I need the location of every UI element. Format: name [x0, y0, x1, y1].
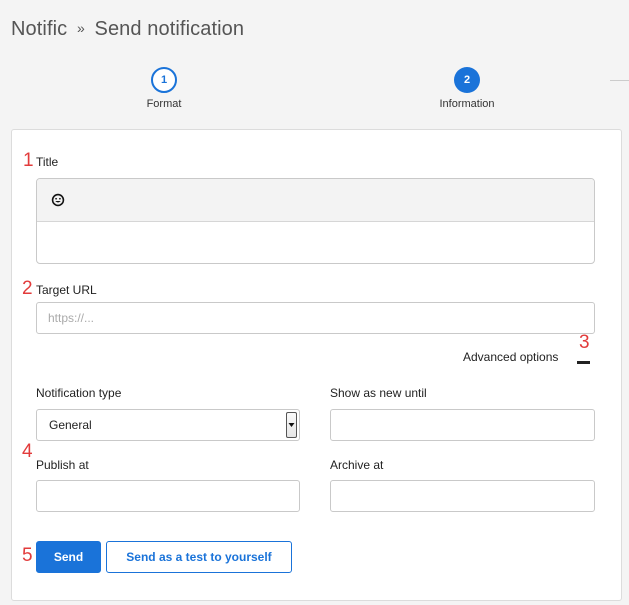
page-name: Send notification	[94, 18, 245, 40]
notification-type-label: Notification type	[36, 386, 122, 400]
annotation-marker-3: 3	[579, 332, 590, 353]
show-as-new-until-input[interactable]	[330, 409, 595, 441]
step-number: 2	[454, 67, 480, 93]
step-information[interactable]: 2 Information	[412, 67, 522, 110]
breadcrumb-separator: »	[76, 20, 85, 36]
archive-at-label: Archive at	[330, 458, 384, 472]
annotation-marker-4: 4	[22, 441, 33, 462]
title-label: Title	[36, 155, 59, 169]
dropdown-arrow-icon	[286, 412, 297, 438]
target-url-input[interactable]	[36, 302, 595, 334]
send-button[interactable]: Send	[36, 541, 101, 573]
app-name[interactable]: Notific	[11, 18, 67, 40]
step-format[interactable]: 1 Format	[109, 67, 219, 110]
title-editor	[36, 178, 595, 264]
archive-at-input[interactable]	[330, 480, 595, 512]
notification-type-value: General	[49, 418, 92, 432]
advanced-options-toggle-icon[interactable]	[577, 361, 590, 364]
show-as-new-until-label: Show as new until	[330, 386, 427, 400]
publish-at-label: Publish at	[36, 458, 89, 472]
advanced-options-link[interactable]: Advanced options	[463, 350, 558, 364]
title-text-area[interactable]	[37, 222, 594, 263]
smiley-emoji-icon[interactable]	[51, 193, 65, 207]
step-label: Information	[439, 98, 495, 110]
send-test-button[interactable]: Send as a test to yourself	[106, 541, 292, 573]
target-url-label: Target URL	[36, 283, 97, 297]
editor-toolbar	[37, 179, 594, 222]
annotation-marker-2: 2	[22, 278, 33, 299]
annotation-marker-1: 1	[23, 150, 34, 171]
notification-type-select[interactable]: General	[36, 409, 300, 441]
publish-at-input[interactable]	[36, 480, 300, 512]
annotation-marker-5: 5	[22, 545, 33, 566]
stepper-connector	[610, 80, 629, 81]
step-label: Format	[146, 98, 182, 110]
page-title: Notific » Send notification	[11, 18, 244, 41]
step-number: 1	[151, 67, 177, 93]
